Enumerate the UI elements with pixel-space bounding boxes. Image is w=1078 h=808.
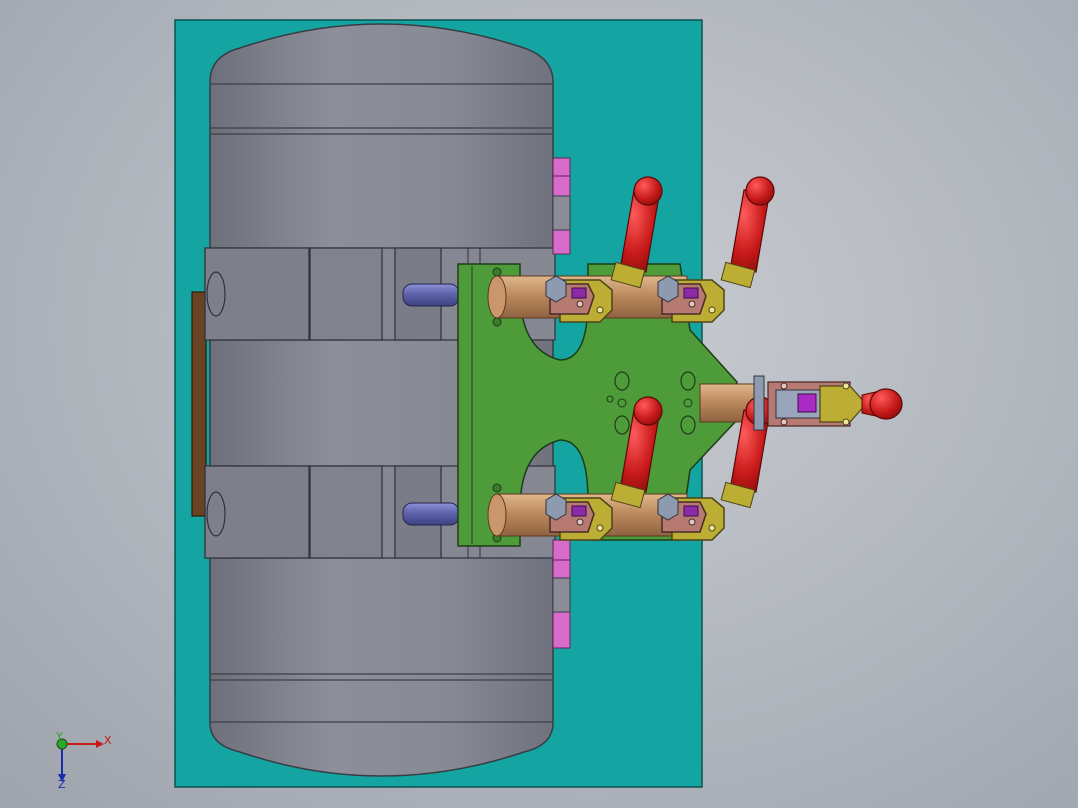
triad-x-label: X [104, 734, 112, 747]
clamp-handle-horizontal[interactable] [861, 388, 903, 420]
toggle-clamp-horizontal[interactable] [753, 375, 867, 431]
spacer-lower[interactable] [552, 539, 571, 649]
locating-pin-lower[interactable] [402, 502, 460, 526]
backing-block[interactable] [191, 291, 207, 517]
triad-z-label: Z [58, 778, 66, 791]
spacer-upper[interactable] [552, 157, 571, 255]
view-triad[interactable]: X Y Z [55, 730, 112, 791]
locating-pin-upper[interactable] [402, 283, 460, 307]
clamp-handle-2[interactable] [720, 176, 775, 289]
triad-y-label: Y [55, 730, 63, 743]
cad-viewport[interactable]: X Y Z [0, 0, 1078, 808]
